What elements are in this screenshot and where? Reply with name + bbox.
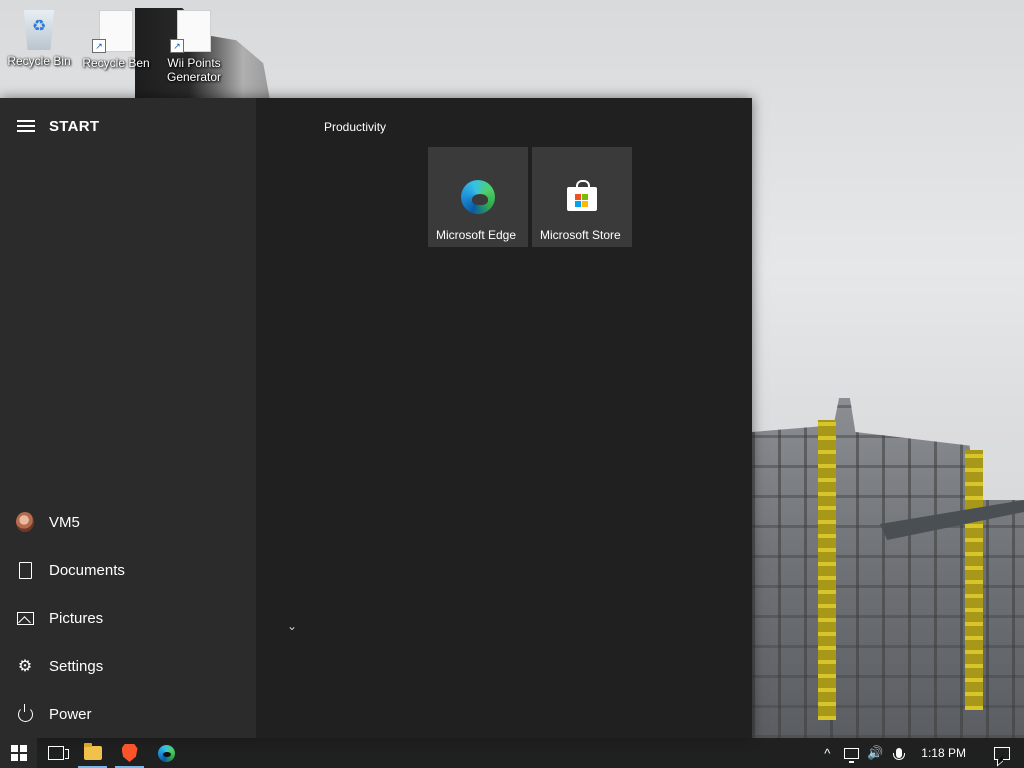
brave-button[interactable]	[111, 738, 148, 768]
sidebar-item-settings[interactable]: ⚙ Settings	[0, 646, 256, 686]
document-icon: ↗	[92, 10, 133, 53]
gear-icon: ⚙	[17, 658, 33, 675]
system-tray: ^ 🔊 1:18 PM	[815, 738, 1024, 768]
document-icon	[18, 561, 32, 579]
sidebar-item-label: Power	[49, 705, 92, 723]
tile-group-label[interactable]: Productivity	[324, 120, 386, 134]
desktop-icon-label: Wii Points Generator	[166, 56, 222, 84]
document-icon: ↗	[170, 10, 211, 53]
sidebar-item-label: Pictures	[49, 609, 104, 627]
power-icon	[17, 703, 33, 722]
chevron-down-icon[interactable]: ⌄	[287, 619, 297, 633]
shortcut-arrow-icon: ↗	[170, 39, 184, 53]
notification-icon	[994, 746, 1010, 760]
tile-label: Microsoft Store	[540, 228, 621, 242]
sidebar-item-label: VM5	[49, 513, 80, 531]
volume-icon[interactable]: 🔊	[863, 738, 887, 768]
hamburger-menu-icon[interactable]	[17, 120, 35, 134]
sidebar-item-label: Documents	[49, 561, 125, 579]
task-view-button[interactable]	[37, 738, 74, 768]
desktop-icon-recycle-bin[interactable]: Recycle Bin	[3, 10, 75, 68]
brave-icon	[121, 744, 138, 762]
start-title: START	[49, 118, 100, 135]
windows-icon	[10, 745, 27, 761]
taskbar-clock[interactable]: 1:18 PM	[911, 746, 980, 760]
tile-microsoft-store[interactable]: Microsoft Store	[532, 147, 632, 247]
start-button[interactable]	[0, 738, 37, 768]
desktop-icon-label: Recycle Ben	[82, 56, 150, 70]
desktop-icon-wii-points-generator[interactable]: ↗ Wii Points Generator	[158, 10, 230, 84]
sidebar-item-power[interactable]: Power	[0, 694, 256, 734]
start-menu: START VM5 Documents Pictures ⚙ Settings …	[0, 98, 752, 738]
file-explorer-button[interactable]	[74, 738, 111, 768]
microphone-icon[interactable]	[887, 738, 911, 768]
store-icon	[567, 180, 597, 211]
desktop-icon-label: Recycle Bin	[7, 54, 71, 68]
notification-center-button[interactable]	[980, 738, 1024, 768]
sidebar-item-documents[interactable]: Documents	[0, 550, 256, 590]
taskbar: ^ 🔊 1:18 PM	[0, 738, 1024, 768]
sidebar-item-user[interactable]: VM5	[0, 502, 256, 542]
recycle-bin-icon	[23, 10, 55, 50]
edge-icon	[158, 744, 175, 762]
chevron-up-icon[interactable]: ^	[815, 738, 839, 768]
background-scaffold	[818, 420, 836, 720]
pictures-icon	[16, 611, 34, 625]
background-structure	[752, 398, 1024, 738]
shortcut-arrow-icon: ↗	[92, 39, 106, 53]
sidebar-item-label: Settings	[49, 657, 104, 675]
sidebar-item-pictures[interactable]: Pictures	[0, 598, 256, 638]
desktop: Recycle Bin ↗ Recycle Ben ↗ Wii Points G…	[0, 0, 1024, 768]
tile-label: Microsoft Edge	[436, 228, 517, 242]
tile-microsoft-edge[interactable]: Microsoft Edge	[428, 147, 528, 247]
edge-icon	[461, 180, 495, 214]
desktop-icon-recycle-ben[interactable]: ↗ Recycle Ben	[80, 10, 152, 70]
edge-button[interactable]	[148, 738, 185, 768]
task-view-icon	[47, 746, 69, 760]
background-scaffold	[965, 450, 983, 710]
user-avatar-icon	[16, 512, 34, 532]
folder-icon	[83, 743, 102, 760]
network-icon[interactable]	[839, 738, 863, 768]
start-menu-sidebar: START VM5 Documents Pictures ⚙ Settings …	[0, 98, 256, 738]
